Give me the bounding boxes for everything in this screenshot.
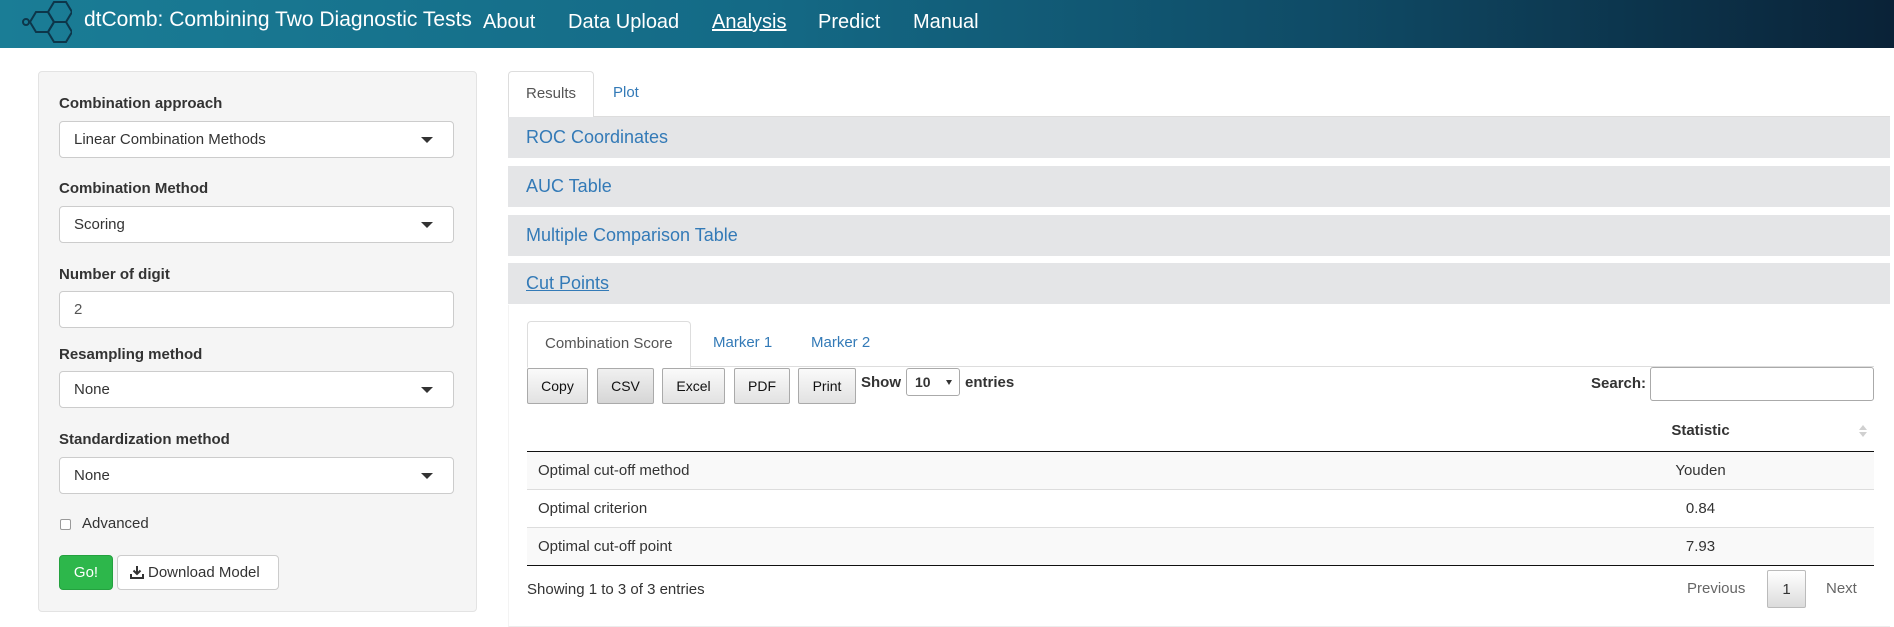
table-row: Optimal criterion 0.84 — [527, 488, 1874, 527]
standardization-method-select[interactable]: None — [59, 457, 454, 494]
combination-method-value: Scoring — [74, 216, 125, 233]
result-tabs: Results Plot — [508, 71, 1890, 118]
tab-plot[interactable]: Plot — [596, 71, 656, 117]
app-title: dtComb: Combining Two Diagnostic Tests — [84, 8, 472, 31]
row-name: Optimal criterion — [527, 488, 1527, 527]
chevron-down-icon — [421, 473, 433, 479]
search-label: Search: — [1591, 375, 1647, 392]
table-header-row: Statistic — [527, 410, 1874, 452]
tab-marker-1[interactable]: Marker 1 — [696, 321, 789, 367]
number-of-digit-label: Number of digit — [59, 266, 170, 283]
excel-button[interactable]: Excel — [662, 368, 725, 404]
accordion-auc-table-label: AUC Table — [526, 176, 612, 196]
accordion-roc-coordinates[interactable]: ROC Coordinates — [508, 117, 1890, 158]
nav-data-upload[interactable]: Data Upload — [568, 11, 679, 34]
row-name: Optimal cut-off method — [527, 450, 1527, 489]
resampling-method-label: Resampling method — [59, 346, 203, 363]
download-model-label: Download Model — [148, 564, 260, 581]
standardization-method-value: None — [74, 467, 110, 484]
pagination-next[interactable]: Next — [1826, 570, 1857, 608]
caret-down-icon — [946, 380, 952, 385]
go-button[interactable]: Go! — [59, 555, 113, 590]
table-row: Optimal cut-off point 7.93 — [527, 526, 1874, 566]
top-navbar: dtComb: Combining Two Diagnostic Tests A… — [0, 0, 1894, 48]
cut-points-table: Statistic Optimal cut-off method Youden … — [527, 410, 1874, 566]
csv-button[interactable]: CSV — [597, 368, 654, 404]
pdf-button[interactable]: PDF — [734, 368, 790, 404]
accordion-multiple-comparison[interactable]: Multiple Comparison Table — [508, 215, 1890, 256]
row-name: Optimal cut-off point — [527, 526, 1527, 566]
copy-button[interactable]: Copy — [527, 368, 588, 404]
row-statistic: 7.93 — [1527, 526, 1874, 566]
accordion-multiple-comparison-label: Multiple Comparison Table — [526, 225, 738, 245]
number-of-digit-input[interactable]: 2 — [59, 291, 454, 328]
tab-combination-score[interactable]: Combination Score — [527, 321, 691, 368]
tab-marker-2[interactable]: Marker 2 — [794, 321, 887, 367]
accordion-cut-points[interactable]: Cut Points — [508, 263, 1890, 304]
accordion-cut-points-label: Cut Points — [526, 273, 610, 293]
column-header-name — [527, 410, 1527, 452]
resampling-method-select[interactable]: None — [59, 371, 454, 408]
row-statistic: 0.84 — [1527, 488, 1874, 527]
accordion-auc-table[interactable]: AUC Table — [508, 166, 1890, 207]
chevron-down-icon — [421, 222, 433, 228]
combination-approach-label: Combination approach — [59, 95, 223, 112]
combination-method-select[interactable]: Scoring — [59, 206, 454, 243]
nav-analysis[interactable]: Analysis — [712, 11, 786, 34]
pagination-previous[interactable]: Previous — [1687, 570, 1745, 608]
chevron-down-icon — [421, 387, 433, 393]
download-icon — [130, 566, 144, 579]
entries-length-select[interactable]: 10 — [906, 368, 960, 396]
column-header-statistic-label: Statistic — [1671, 421, 1730, 439]
accordion-roc-coordinates-label: ROC Coordinates — [526, 127, 669, 147]
molecule-logo-icon — [22, 0, 72, 43]
nav-about[interactable]: About — [483, 11, 535, 34]
combination-approach-value: Linear Combination Methods — [74, 131, 266, 148]
nav-predict[interactable]: Predict — [818, 11, 880, 34]
print-button[interactable]: Print — [798, 368, 856, 404]
advanced-checkbox[interactable] — [60, 519, 71, 530]
show-label: Show — [861, 374, 901, 391]
entries-length-value: 10 — [915, 374, 931, 390]
search-input[interactable] — [1650, 367, 1874, 401]
advanced-label: Advanced — [82, 515, 149, 532]
chevron-down-icon — [421, 137, 433, 143]
table-info: Showing 1 to 3 of 3 entries — [527, 581, 705, 598]
table-row: Optimal cut-off method Youden — [527, 450, 1874, 489]
cut-points-tabs: Combination Score Marker 1 Marker 2 — [527, 321, 1874, 368]
pagination-page-1[interactable]: 1 — [1767, 570, 1806, 608]
combination-method-label: Combination Method — [59, 180, 209, 197]
column-header-statistic[interactable]: Statistic — [1527, 410, 1874, 452]
sidebar-panel: Combination approach Linear Combination … — [38, 71, 477, 612]
nav-manual[interactable]: Manual — [913, 11, 979, 34]
sort-icon — [1859, 425, 1867, 437]
row-statistic: Youden — [1527, 450, 1874, 489]
combination-approach-select[interactable]: Linear Combination Methods — [59, 121, 454, 158]
standardization-method-label: Standardization method — [59, 431, 230, 448]
resampling-method-value: None — [74, 381, 110, 398]
entries-label: entries — [965, 374, 1015, 391]
tab-results[interactable]: Results — [508, 71, 595, 118]
download-model-button[interactable]: Download Model — [117, 555, 279, 590]
